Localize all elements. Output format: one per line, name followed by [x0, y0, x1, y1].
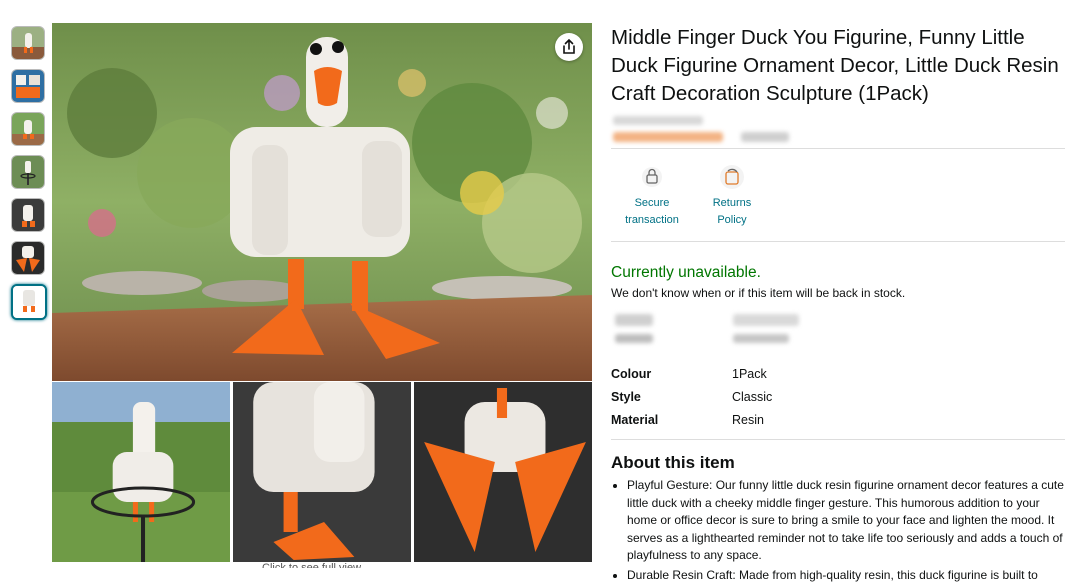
spec-value: Classic: [732, 389, 773, 404]
product-specs: Colour 1Pack Style Classic Material Resi…: [611, 362, 1065, 431]
about-heading: About this item: [611, 453, 735, 472]
grid-image-2[interactable]: [233, 382, 411, 562]
product-image-grid: [52, 382, 592, 562]
share-button[interactable]: [555, 33, 583, 61]
thumbnail-6[interactable]: [11, 241, 45, 275]
divider: [611, 241, 1065, 242]
spec-key: Style: [611, 389, 641, 404]
thumbnail-7-selected[interactable]: [11, 284, 47, 320]
lock-icon: [642, 167, 662, 187]
grid-image-1[interactable]: [52, 382, 230, 562]
thumbnail-4[interactable]: [11, 155, 45, 189]
divider: [611, 439, 1065, 440]
thumbnail-strip: [11, 26, 47, 329]
main-product-image[interactable]: [52, 23, 592, 381]
spec-row-material: Material Resin: [611, 408, 1065, 431]
spec-key: Material: [611, 412, 659, 427]
thumbnail-1[interactable]: [11, 26, 45, 60]
product-title: Middle Finger Duck You Figurine, Funny L…: [611, 26, 1059, 105]
badge-secure-transaction[interactable]: Secure transaction: [621, 163, 683, 229]
badge-secure-label: Secure transaction: [625, 197, 679, 226]
spec-value: 1Pack: [732, 366, 767, 381]
thumbnail-5[interactable]: [11, 198, 45, 232]
availability-note: We don't know when or if this item will …: [611, 286, 906, 300]
grid-image-3[interactable]: [414, 382, 592, 562]
blurred-price-row: [611, 310, 1065, 350]
spec-row-colour: Colour 1Pack: [611, 362, 1065, 385]
trust-badges: Secure transaction Returns Policy: [611, 149, 1065, 241]
thumbnail-2[interactable]: [11, 69, 45, 103]
blurred-rating-row: [611, 114, 1065, 148]
about-bullet: Durable Resin Craft: Made from high-qual…: [627, 567, 1065, 585]
availability-status: Currently unavailable.: [611, 264, 761, 281]
image-caption: Click to see full view: [262, 562, 362, 568]
badge-returns-policy[interactable]: Returns Policy: [697, 163, 767, 229]
spec-row-style: Style Classic: [611, 385, 1065, 408]
spec-value: Resin: [732, 412, 764, 427]
spec-key: Colour: [611, 366, 652, 381]
thumbnail-3[interactable]: [11, 112, 45, 146]
product-details: Middle Finger Duck You Figurine, Funny L…: [611, 24, 1065, 587]
about-bullet: Playful Gesture: Our funny little duck r…: [627, 477, 1065, 565]
badge-returns-label: Returns Policy: [712, 197, 752, 226]
about-bullets: Playful Gesture: Our funny little duck r…: [611, 477, 1065, 585]
share-icon: [563, 39, 575, 54]
returns-icon: [720, 165, 744, 189]
